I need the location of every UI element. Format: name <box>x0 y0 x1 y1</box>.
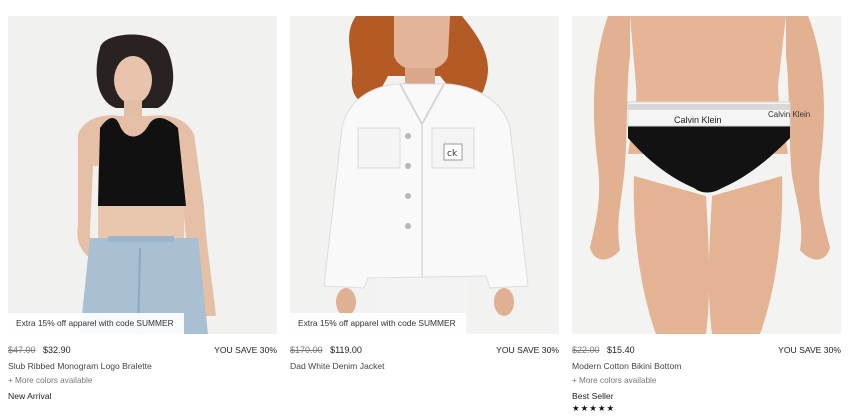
product-name-link[interactable]: Slub Ribbed Monogram Logo Bralette <box>8 359 277 373</box>
more-colors-link[interactable]: + More colors available <box>8 374 277 388</box>
product-grid: Extra 15% off apparel with code SUMMER $… <box>0 0 851 418</box>
product-name-link[interactable]: Dad White Denim Jacket <box>290 359 559 373</box>
savings-label: YOU SAVE 30% <box>778 345 841 355</box>
original-price: $47.00 <box>8 345 36 355</box>
savings-label: YOU SAVE 30% <box>496 345 559 355</box>
product-badge: New Arrival <box>8 391 52 401</box>
svg-text:ck: ck <box>447 149 458 159</box>
price-row: $170.00 $119.00 YOU SAVE 30% <box>290 343 559 357</box>
product-image[interactable]: Extra 15% off apparel with code SUMMER <box>8 16 277 334</box>
original-price: $170.00 <box>290 345 323 355</box>
promo-banner: Extra 15% off apparel with code SUMMER <box>8 313 184 334</box>
product-photo: ck <box>290 16 559 334</box>
product-image[interactable]: Calvin Klein Calvin Klein <box>572 16 841 334</box>
product-photo <box>8 16 277 334</box>
product-card[interactable]: Extra 15% off apparel with code SUMMER $… <box>8 16 277 403</box>
product-image[interactable]: ck Extra 15% off apparel with code SUMME… <box>290 16 559 334</box>
waistband-logo-text-2: Calvin Klein <box>768 110 810 119</box>
sale-price: $15.40 <box>607 345 635 355</box>
sale-price: $32.90 <box>43 345 71 355</box>
sale-price: $119.00 <box>330 345 362 355</box>
original-price: $22.00 <box>572 345 600 355</box>
product-badge: Best Seller <box>572 391 614 401</box>
promo-banner: Extra 15% off apparel with code SUMMER <box>290 313 466 334</box>
more-colors-link[interactable]: + More colors available <box>572 374 841 388</box>
waistband-logo-text: Calvin Klein <box>674 115 722 125</box>
price-row: $22.00 $15.40 YOU SAVE 30% <box>572 343 841 357</box>
savings-label: YOU SAVE 30% <box>214 345 277 355</box>
product-photo: Calvin Klein Calvin Klein <box>572 16 841 334</box>
product-name-link[interactable]: Modern Cotton Bikini Bottom <box>572 359 841 373</box>
product-card[interactable]: Calvin Klein Calvin Klein $22.00 $15.40 … <box>572 16 841 414</box>
product-card[interactable]: ck Extra 15% off apparel with code SUMME… <box>290 16 559 373</box>
rating-stars: ★★★★★ <box>572 403 616 413</box>
price-row: $47.00 $32.90 YOU SAVE 30% <box>8 343 277 357</box>
